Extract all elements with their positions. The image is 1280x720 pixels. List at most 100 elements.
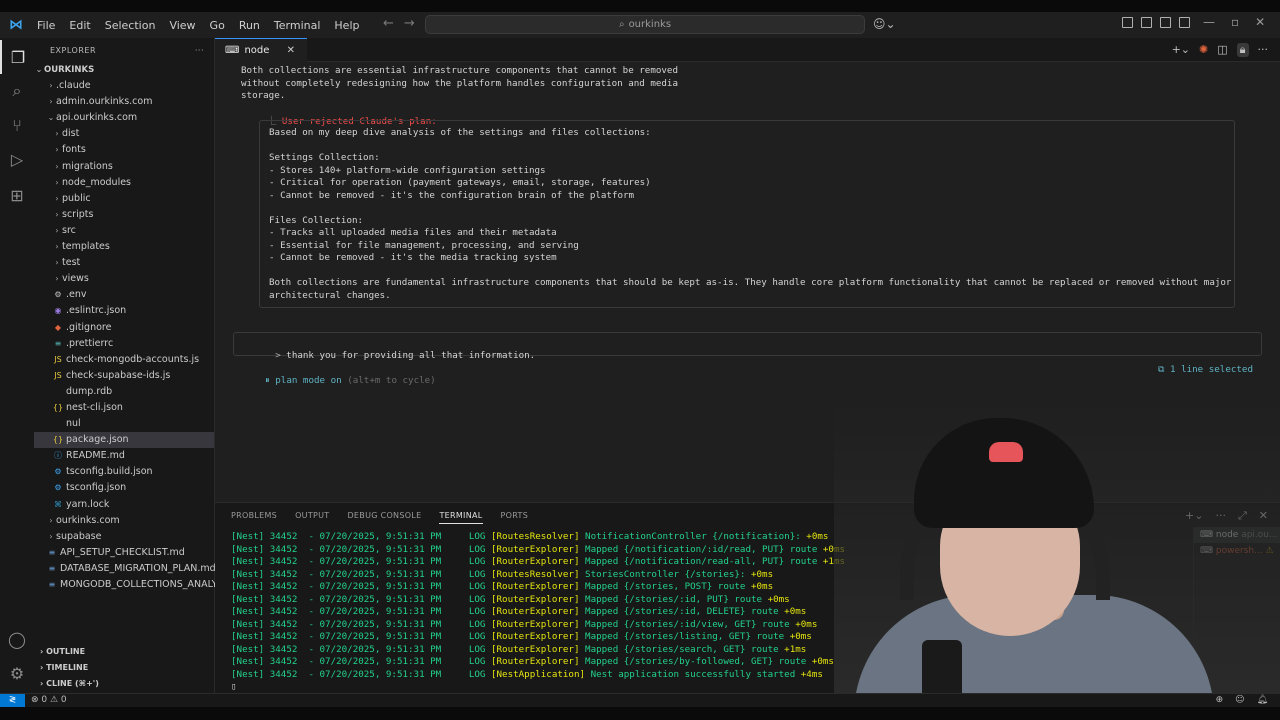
copilot-icon[interactable]: ☺⌄ [873, 17, 896, 31]
webcam-overlay [834, 400, 1280, 693]
folder-item[interactable]: › node_modules [34, 175, 214, 191]
log-prefix: [Nest] 34452 - 07/20/2025, 9:51:31 PM LO… [231, 618, 491, 630]
log-timing: +0ms [750, 568, 774, 580]
tab-output[interactable]: OUTPUT [295, 511, 329, 524]
tab-ports[interactable]: PORTS [501, 511, 529, 524]
chevron-right-icon: › [49, 81, 53, 91]
log-message: Mapped {/stories/listing, GET} route [579, 631, 790, 642]
file-item[interactable]: ◆ .gitignore [34, 320, 214, 336]
folder-item[interactable]: › src [34, 223, 214, 239]
new-terminal-icon[interactable]: +⌄ [1172, 43, 1190, 57]
command-center-search[interactable]: ⌕ ourkinks [425, 15, 865, 34]
file-item[interactable]: ⚙ tsconfig.build.json [34, 464, 214, 480]
chevron-right-icon: › [55, 209, 59, 219]
run-debug-icon[interactable]: ▷ [0, 142, 34, 176]
menu-item-file[interactable]: File [30, 19, 62, 32]
chevron-right-icon: › [55, 258, 59, 268]
tree-item-label: MONGODB_COLLECTIONS_ANALY... [60, 579, 225, 590]
folder-item[interactable]: › supabase [34, 529, 214, 545]
file-item[interactable]: {} package.json [34, 432, 214, 449]
more-actions-icon[interactable]: ··· [195, 46, 204, 55]
folder-item[interactable]: › admin.ourkinks.com [34, 94, 214, 110]
file-item[interactable]: ⚙ tsconfig.json [34, 480, 214, 496]
tab-problems[interactable]: PROBLEMS [231, 511, 277, 524]
folder-item[interactable]: › scripts [34, 207, 214, 223]
folder-item[interactable]: › test [34, 255, 214, 271]
notifications-icon[interactable]: 🔔︎ [1257, 694, 1268, 707]
folder-item[interactable]: › views [34, 271, 214, 287]
menu-item-run[interactable]: Run [232, 19, 267, 32]
log-context: [RouterExplorer] [490, 656, 580, 667]
toggle-secondary-sidebar-icon[interactable] [1179, 17, 1190, 28]
tree-item-label: test [62, 257, 81, 269]
explorer-header: EXPLORER ··· [34, 38, 214, 62]
file-item[interactable]: ≡ .prettierrc [34, 336, 214, 352]
problems-count[interactable]: ⊗ 0 ⚠ 0 [31, 694, 67, 707]
file-item[interactable]: ≡ API_SETUP_CHECKLIST.md [34, 545, 214, 561]
folder-item[interactable]: ⌄ api.ourkinks.com [34, 110, 214, 126]
explorer-sidebar: EXPLORER ··· ⌄ OURKINKS › .claude › admin.ou… [34, 38, 225, 693]
file-item[interactable]: ◉ .eslintrc.json [34, 303, 214, 319]
file-item[interactable]: ⚙ .env [34, 287, 214, 303]
file-item[interactable]: dump.rdb [34, 384, 214, 400]
restore-icon[interactable]: ▫ [1231, 15, 1239, 29]
tab-debug-console[interactable]: DEBUG CONSOLE [347, 511, 421, 524]
minimize-icon[interactable]: — [1203, 15, 1215, 29]
menu-item-go[interactable]: Go [203, 19, 232, 32]
remote-indicator-icon[interactable]: ≷ [0, 694, 25, 708]
menu-item-terminal[interactable]: Terminal [267, 19, 328, 32]
tree-item-label: fonts [62, 144, 86, 156]
folder-item[interactable]: › .claude [34, 78, 214, 94]
copilot-status-icon[interactable]: ☺ [1235, 694, 1244, 707]
close-tab-icon[interactable]: ✕ [287, 45, 295, 56]
folder-item[interactable]: › migrations [34, 159, 214, 175]
close-window-icon[interactable]: ✕ [1255, 15, 1265, 29]
tab-terminal[interactable]: TERMINAL [439, 511, 483, 524]
toggle-sidebar-icon[interactable] [1141, 17, 1152, 28]
file-item[interactable]: nul [34, 416, 214, 432]
lock-icon[interactable]: 🔒︎ [1236, 43, 1249, 57]
status-bar: ≷ ⊗ 0 ⚠ 0 ⊕ ☺ 🔔︎ [0, 693, 1280, 708]
section-timeline[interactable]: › TIMELINE [34, 660, 215, 676]
section-label: CLINE (⌘+') [46, 679, 99, 688]
split-editor-icon[interactable]: ◫ [1217, 43, 1227, 57]
log-prefix: [Nest] 34452 - 07/20/2025, 9:51:31 PM LO… [231, 656, 491, 667]
file-item[interactable]: JS check-mongodb-accounts.js [34, 352, 214, 368]
folder-item[interactable]: › ourkinks.com [34, 513, 214, 529]
log-timing: +0ms [767, 593, 790, 605]
tab-node[interactable]: ⌨ node ✕ [215, 38, 307, 62]
file-item[interactable]: ⓘ README.md [34, 448, 214, 464]
section-outline[interactable]: › OUTLINE [34, 644, 215, 660]
folder-item[interactable]: › templates [34, 239, 214, 255]
menu-item-edit[interactable]: Edit [62, 19, 97, 32]
file-item[interactable]: ⌘ yarn.lock [34, 497, 214, 513]
claude-icon[interactable]: ✺ [1199, 43, 1208, 57]
toggle-panel-icon[interactable] [1160, 17, 1171, 28]
menu-item-view[interactable]: View [162, 19, 202, 32]
prompt-input[interactable]: > thank you for providing all that infor… [233, 332, 1262, 361]
workspace-root[interactable]: ⌄ OURKINKS [34, 62, 214, 78]
file-item[interactable]: ≡ MONGODB_COLLECTIONS_ANALY... [34, 577, 225, 593]
zoom-icon[interactable]: ⊕ [1216, 694, 1224, 707]
manage-gear-icon[interactable]: ⚙ [0, 656, 34, 690]
file-item[interactable]: JS check-supabase-ids.js [34, 368, 214, 384]
more-actions-icon[interactable]: ··· [1258, 43, 1269, 57]
explorer-icon[interactable]: ❐ [0, 40, 34, 74]
source-control-icon[interactable]: ⑂ [0, 108, 34, 142]
extensions-icon[interactable]: ⊞ [0, 178, 34, 212]
account-icon[interactable]: ◯ [0, 622, 34, 656]
folder-item[interactable]: › dist [34, 126, 214, 142]
customize-layout-icon[interactable] [1122, 17, 1133, 28]
nav-arrows[interactable]: ←→ [383, 16, 425, 31]
menu-item-selection[interactable]: Selection [98, 19, 163, 32]
folder-item[interactable]: › public [34, 191, 214, 207]
section-cline[interactable]: › CLINE (⌘+') [34, 676, 215, 692]
file-item[interactable]: ≡ DATABASE_MIGRATION_PLAN.md [34, 561, 216, 577]
search-view-icon[interactable]: ⌕ [0, 74, 34, 108]
vscode-logo-icon: ⋈ [9, 17, 23, 33]
plan-line: - Tracks all uploaded media files and th… [269, 227, 557, 238]
menu-item-help[interactable]: Help [327, 19, 366, 32]
response-line: storage. [241, 90, 286, 101]
folder-item[interactable]: › fonts [34, 142, 214, 158]
file-item[interactable]: {} nest-cli.json [34, 400, 214, 416]
